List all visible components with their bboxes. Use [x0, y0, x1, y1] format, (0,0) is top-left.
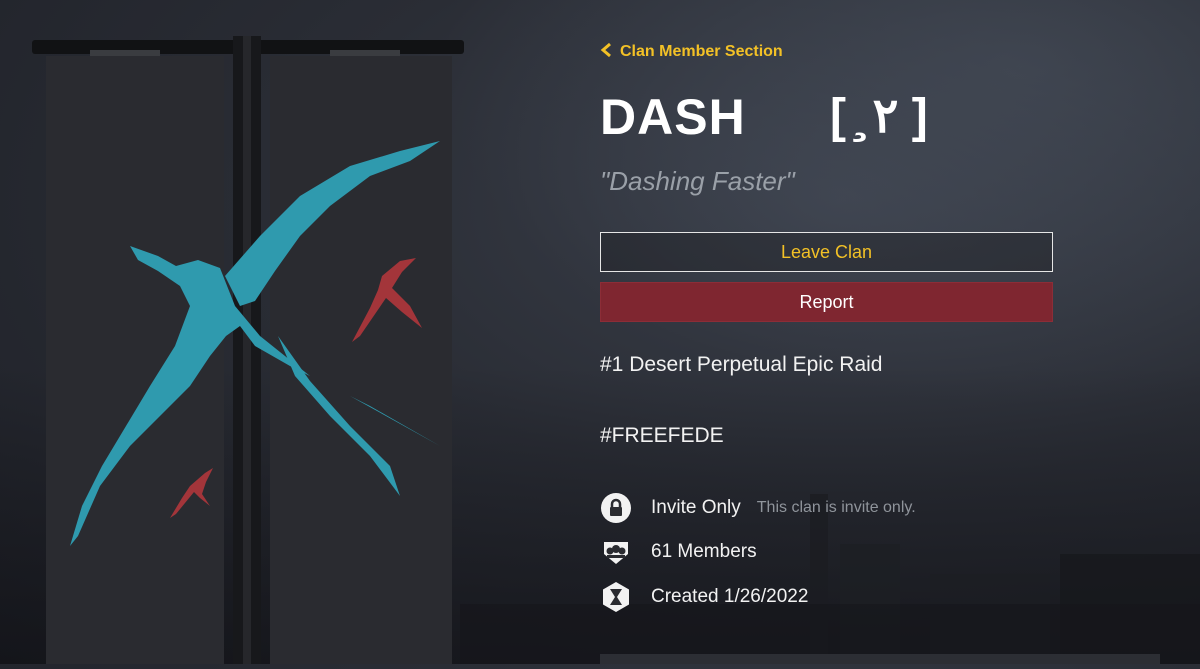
back-link-label: Clan Member Section — [620, 42, 783, 60]
clan-motto: "Dashing Faster" — [600, 166, 795, 196]
clan-about-line: #1 Desert Perpetual Epic Raid — [600, 353, 883, 376]
clan-banner — [30, 36, 466, 664]
clan-tag: [ ̧ ٢ ] — [830, 90, 928, 143]
back-to-clan-member-section-link[interactable]: Clan Member Section — [600, 42, 783, 61]
privacy-label: Invite Only — [651, 497, 741, 518]
clan-name: DASH — [600, 89, 746, 145]
privacy-row: Invite Only This clan is invite only. — [600, 492, 916, 524]
leave-clan-button[interactable]: Leave Clan — [600, 232, 1053, 272]
members-row: 61 Members — [600, 536, 757, 568]
clan-about-line: #FREEFEDE — [600, 424, 724, 447]
created-row: Created 1/26/2022 — [600, 581, 808, 613]
report-button[interactable]: Report — [600, 282, 1053, 322]
city-skyline — [460, 494, 1200, 664]
hourglass-icon — [603, 582, 629, 612]
chevron-left-icon — [600, 42, 612, 61]
created-label: Created 1/26/2022 — [651, 586, 809, 607]
lock-icon — [601, 493, 631, 523]
members-label: 61 Members — [651, 541, 757, 562]
members-icon — [604, 542, 628, 564]
bottom-panel-edge — [600, 654, 1160, 664]
privacy-detail: This clan is invite only. — [756, 499, 916, 516]
